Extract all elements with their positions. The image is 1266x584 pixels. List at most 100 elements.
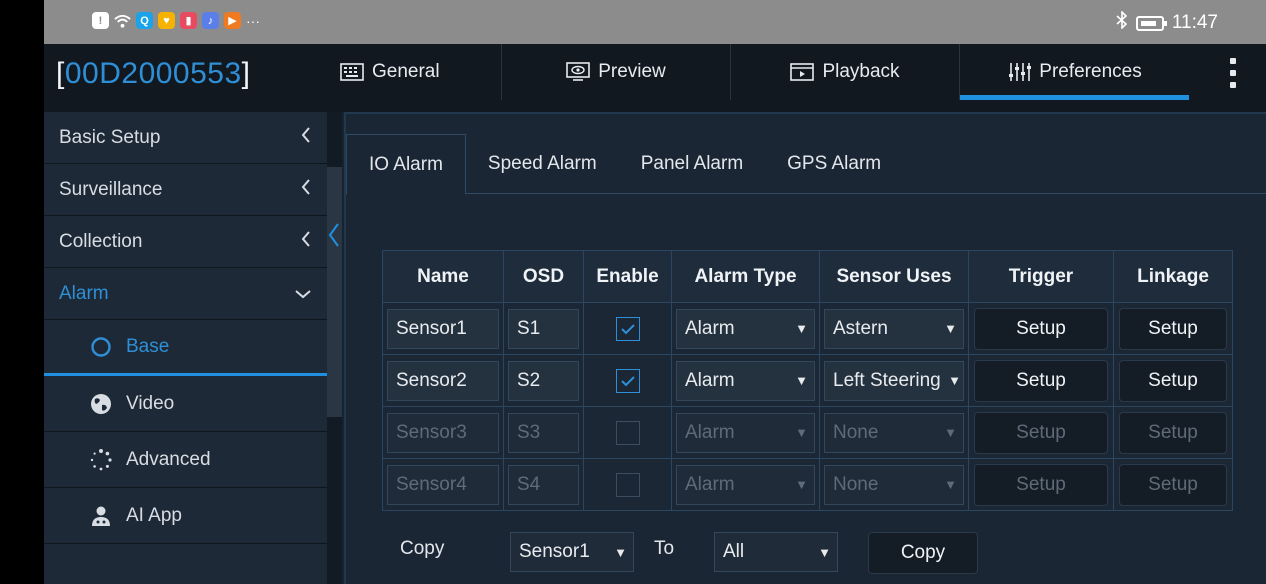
trigger-setup-button[interactable]: Setup: [974, 463, 1108, 506]
copy-to-label: To: [654, 538, 675, 559]
top-header: [00D2000553] General Preview Playback Pr…: [44, 44, 1266, 112]
linkage-setup-button[interactable]: Setup: [1119, 463, 1227, 506]
trigger-setup-button[interactable]: Setup: [974, 411, 1108, 454]
sidebar-sub-advanced[interactable]: Advanced: [44, 432, 327, 488]
sidebar-item-collection[interactable]: Collection: [44, 216, 327, 268]
chevron-left-icon: [301, 178, 311, 201]
tab-panel-alarm[interactable]: Panel Alarm: [619, 134, 765, 194]
table-row: Sensor3 S3 Alarm ▼ None ▼ Setup Setup: [382, 406, 1233, 459]
sidebar: Basic Setup Surveillance Collection Alar…: [44, 112, 327, 584]
film-icon: [790, 63, 815, 81]
column-header-linkage: Linkage: [1113, 250, 1233, 303]
more-menu-icon[interactable]: [1224, 58, 1242, 88]
trigger-setup-button[interactable]: Setup: [974, 307, 1108, 350]
device-id: [00D2000553]: [56, 57, 251, 90]
dropdown-arrow-icon: ▼: [948, 373, 961, 388]
sensor-use-select[interactable]: Astern ▼: [824, 308, 964, 349]
osd-field[interactable]: S4: [508, 464, 579, 505]
tab-playback[interactable]: Playback: [731, 44, 960, 100]
column-header-alarm-type: Alarm Type: [671, 250, 820, 303]
table-header-row: Name OSD Enable Alarm Type Sensor Uses T…: [382, 250, 1233, 303]
tab-preview[interactable]: Preview: [502, 44, 731, 100]
table-row: Sensor2 S2 Alarm ▼ Left Steering ▼ Setup S…: [382, 354, 1233, 407]
dropdown-arrow-icon: ▼: [795, 373, 808, 388]
sensor-use-select[interactable]: None ▼: [824, 412, 964, 453]
alert-icon: !: [92, 12, 109, 29]
monitor-eye-icon: [566, 62, 591, 81]
linkage-setup-button[interactable]: Setup: [1119, 411, 1227, 454]
chevron-left-icon: [301, 126, 311, 149]
music-app-icon: ♪: [202, 12, 219, 29]
sidebar-scrollbar[interactable]: [327, 112, 342, 584]
dropdown-arrow-icon: ▼: [795, 321, 808, 336]
tab-io-alarm[interactable]: IO Alarm: [346, 134, 466, 195]
copy-button[interactable]: Copy: [868, 532, 978, 574]
notification-icons: ! Q ♥ ▮ ♪ ▶ ···: [92, 12, 260, 29]
dropdown-arrow-icon: ▼: [944, 477, 957, 492]
globe-icon: [90, 393, 112, 415]
copy-from-select[interactable]: Sensor1 ▼: [510, 532, 634, 572]
collapse-sidebar-icon[interactable]: [327, 222, 343, 252]
copy-to-select[interactable]: All ▼: [714, 532, 838, 572]
user-nodes-icon: [90, 505, 112, 527]
alarm-settings-panel: IO Alarm Speed Alarm Panel Alarm GPS Ala…: [344, 112, 1266, 584]
system-tray: 11:47: [1116, 10, 1218, 35]
clock: 11:47: [1171, 12, 1218, 33]
dropdown-arrow-icon: ▼: [795, 477, 808, 492]
linkage-setup-button[interactable]: Setup: [1119, 307, 1227, 350]
sidebar-sub-ai-app[interactable]: AI App: [44, 488, 327, 544]
status-bar: ! Q ♥ ▮ ♪ ▶ ··· 11:47: [44, 0, 1266, 44]
checkmark-icon: [620, 375, 635, 386]
main-nav: General Preview Playback Preferences: [330, 44, 1189, 100]
tab-general[interactable]: General: [330, 44, 502, 100]
sensor-name-field[interactable]: Sensor2: [387, 360, 499, 401]
sensor-use-select[interactable]: Left Steering ▼: [824, 360, 964, 401]
osd-field[interactable]: S2: [508, 360, 579, 401]
sidebar-sub-base[interactable]: Base: [44, 320, 327, 376]
io-alarm-table: Name OSD Enable Alarm Type Sensor Uses T…: [382, 250, 1233, 511]
column-header-osd: OSD: [503, 250, 584, 303]
tab-preferences[interactable]: Preferences: [960, 44, 1189, 100]
search-app-icon: Q: [136, 12, 153, 29]
more-notifications-icon: ···: [246, 12, 260, 29]
battery-icon: [1135, 15, 1167, 31]
sensor-name-field[interactable]: Sensor3: [387, 412, 499, 453]
dropdown-arrow-icon: ▼: [795, 425, 808, 440]
table-row: Sensor4 S4 Alarm ▼ None ▼ Setup Setup: [382, 458, 1233, 511]
chevron-left-icon: [301, 230, 311, 253]
tab-speed-alarm[interactable]: Speed Alarm: [466, 134, 619, 194]
sensor-name-field[interactable]: Sensor1: [387, 308, 499, 349]
book-app-icon: ▮: [180, 12, 197, 29]
enable-checkbox[interactable]: [615, 472, 640, 497]
table-row: Sensor1 S1 Alarm ▼ Astern ▼ Setup Setup: [382, 302, 1233, 355]
alarm-type-select[interactable]: Alarm ▼: [676, 360, 815, 401]
sensor-name-field[interactable]: Sensor4: [387, 464, 499, 505]
sidebar-item-alarm[interactable]: Alarm: [44, 268, 327, 320]
trigger-setup-button[interactable]: Setup: [974, 359, 1108, 402]
enable-checkbox[interactable]: [615, 368, 640, 393]
sidebar-item-surveillance[interactable]: Surveillance: [44, 164, 327, 216]
copy-label: Copy: [400, 538, 445, 559]
sensor-use-select[interactable]: None ▼: [824, 464, 964, 505]
keyboard-icon: [340, 63, 364, 81]
dropdown-arrow-icon: ▼: [614, 544, 627, 560]
play-app-icon: ▶: [224, 12, 241, 29]
linkage-setup-button[interactable]: Setup: [1119, 359, 1227, 402]
alarm-type-select[interactable]: Alarm ▼: [676, 308, 815, 349]
checkmark-icon: [620, 323, 635, 334]
shield-app-icon: ♥: [158, 12, 175, 29]
sidebar-item-basic-setup[interactable]: Basic Setup: [44, 112, 327, 164]
tab-gps-alarm[interactable]: GPS Alarm: [765, 134, 903, 194]
sidebar-sub-video[interactable]: Video: [44, 376, 327, 432]
dotted-circle-icon: [90, 448, 112, 471]
enable-checkbox[interactable]: [615, 316, 640, 341]
column-header-enable: Enable: [583, 250, 672, 303]
column-header-name: Name: [382, 250, 504, 303]
alarm-type-select[interactable]: Alarm ▼: [676, 464, 815, 505]
enable-checkbox[interactable]: [615, 420, 640, 445]
osd-field[interactable]: S1: [508, 308, 579, 349]
column-header-sensor-uses: Sensor Uses: [819, 250, 969, 303]
osd-field[interactable]: S3: [508, 412, 579, 453]
alarm-sub-tabs: IO Alarm Speed Alarm Panel Alarm GPS Ala…: [346, 134, 1266, 195]
alarm-type-select[interactable]: Alarm ▼: [676, 412, 815, 453]
